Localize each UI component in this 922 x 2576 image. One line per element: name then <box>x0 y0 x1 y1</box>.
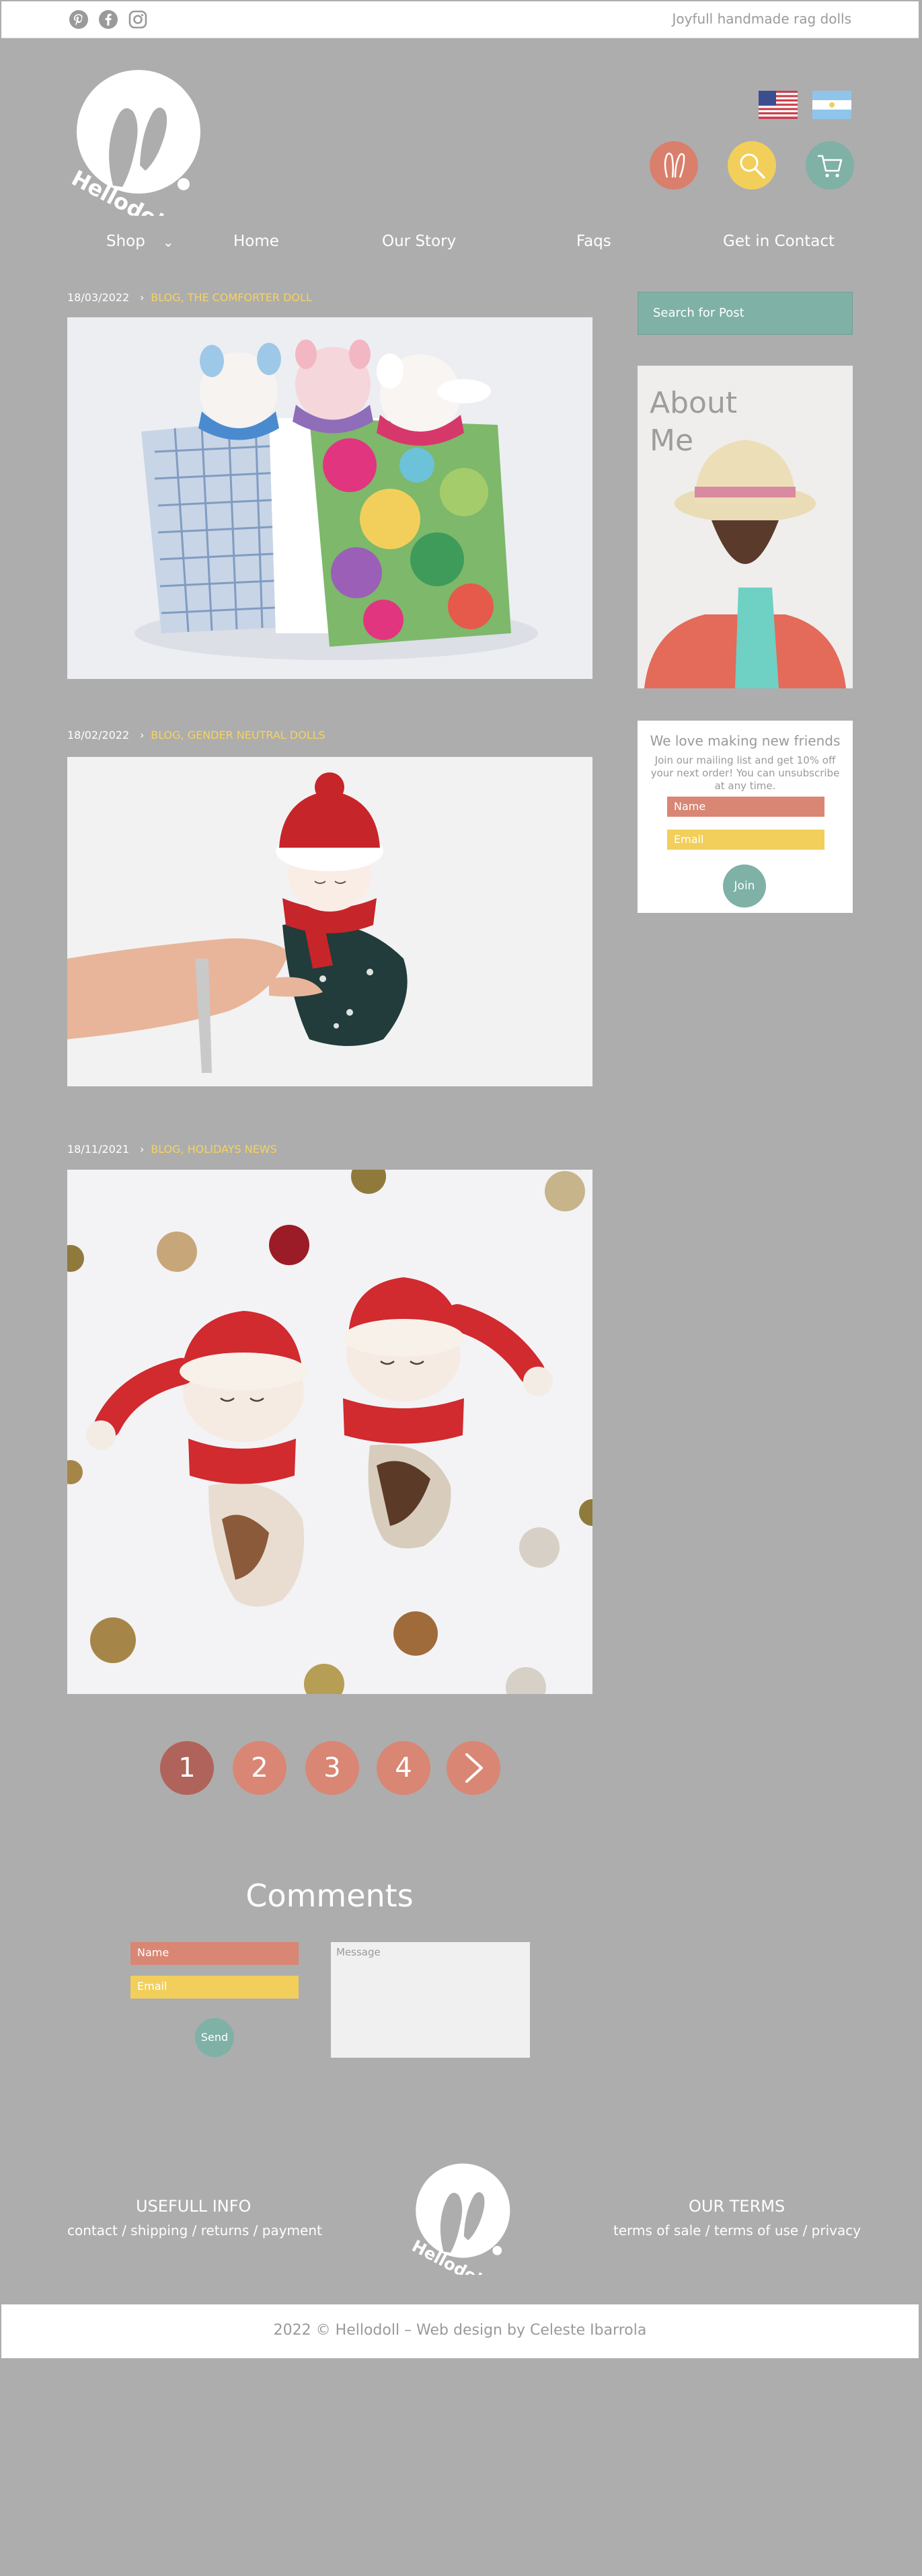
pinterest-icon[interactable] <box>69 9 89 30</box>
hellodoll-logo[interactable]: Hellodoll <box>66 65 207 216</box>
search-button[interactable] <box>728 141 776 190</box>
nav-our-story[interactable]: Our Story <box>382 233 456 250</box>
post-image-gender-neutral-doll[interactable] <box>67 757 592 1086</box>
about-me-card[interactable]: About Me <box>638 366 853 688</box>
chevron-down-icon: ⌄ <box>162 233 174 250</box>
search-posts-input[interactable]: Search for Post <box>638 292 853 335</box>
comment-send-button[interactable]: Send <box>195 2018 234 2057</box>
pagination-page-4[interactable]: 4 <box>377 1741 430 1795</box>
post-category[interactable]: BLOG, GENDER NEUTRAL DOLLS <box>151 729 325 741</box>
post-meta: 18/03/2022 › BLOG, THE COMFORTER DOLL <box>67 291 312 304</box>
facebook-icon[interactable] <box>98 9 118 30</box>
nav-shop[interactable]: Shop ⌄ <box>106 233 174 250</box>
holiday-dolls-illustration <box>67 1170 592 1694</box>
comment-message-field[interactable]: Message <box>331 1942 530 2058</box>
post-date: 18/03/2022 <box>67 291 130 304</box>
post-image-comforter-dolls[interactable] <box>67 317 592 679</box>
post-date: 18/11/2021 <box>67 1143 130 1156</box>
bunny-button[interactable] <box>650 141 698 190</box>
search-posts-placeholder: Search for Post <box>653 306 744 320</box>
argentina-flag[interactable] <box>812 91 851 119</box>
post-date: 18/02/2022 <box>67 729 130 741</box>
comments-title: Comments <box>245 1878 414 1914</box>
comforter-dolls-illustration <box>67 317 592 679</box>
united-states-flag[interactable] <box>759 91 798 119</box>
newsletter-title: We love making new friends <box>650 733 841 749</box>
newsletter-email-field[interactable]: Email <box>667 830 824 850</box>
copyright-bar: 2022 © Hellodoll – Web design by Celeste… <box>1 2304 919 2358</box>
pagination-page-2[interactable]: 2 <box>233 1741 286 1795</box>
footer-usefull-info-title: USEFULL INFO <box>136 2197 252 2216</box>
newsletter-join-button[interactable]: Join <box>723 864 766 908</box>
newsletter-text: Join our mailing list and get 10% off yo… <box>650 754 840 792</box>
site-tagline: Joyfull handmade rag dolls <box>672 11 851 27</box>
post-category[interactable]: BLOG, HOLIDAYS NEWS <box>151 1143 277 1156</box>
nav-get-in-contact[interactable]: Get in Contact <box>723 233 835 250</box>
post-meta: 18/02/2022 › BLOG, GENDER NEUTRAL DOLLS <box>67 729 325 741</box>
footer-usefull-info-links[interactable]: contact / shipping / returns / payment <box>67 2222 322 2239</box>
footer-our-terms-title: OUR TERMS <box>689 2197 785 2216</box>
nav-shop-label: Shop <box>106 233 145 250</box>
post-category[interactable]: BLOG, THE COMFORTER DOLL <box>151 291 312 304</box>
pagination-page-1[interactable]: 1 <box>160 1741 214 1795</box>
instagram-icon[interactable] <box>128 9 148 30</box>
search-icon <box>740 153 765 179</box>
copyright-text: 2022 © Hellodoll – Web design by Celeste… <box>273 2322 647 2339</box>
social-links <box>69 9 148 30</box>
nav-faqs[interactable]: Faqs <box>576 233 611 250</box>
top-bar: Joyfull handmade rag dolls <box>1 1 919 38</box>
nav-home[interactable]: Home <box>233 233 279 250</box>
comment-email-field[interactable]: Email <box>130 1976 299 1999</box>
post-image-holiday-dolls[interactable] <box>67 1170 592 1694</box>
newsletter-name-field[interactable]: Name <box>667 797 824 817</box>
chevron-right-icon: › <box>140 291 145 304</box>
about-me-title: About Me <box>650 386 738 458</box>
cart-icon <box>818 155 843 177</box>
bunny-icon <box>664 153 685 178</box>
comment-name-field[interactable]: Name <box>130 1942 299 1965</box>
chevron-right-icon: › <box>140 1143 145 1156</box>
pagination-next-button[interactable] <box>447 1741 500 1795</box>
pagination-page-3[interactable]: 3 <box>305 1741 359 1795</box>
footer-hellodoll-logo[interactable]: Hellodoll <box>408 2159 515 2275</box>
gender-neutral-doll-illustration <box>67 757 592 1086</box>
newsletter-form: We love making new friends Join our mail… <box>638 721 853 913</box>
chevron-right-icon <box>465 1753 483 1783</box>
footer-our-terms-links[interactable]: terms of sale / terms of use / privacy <box>613 2222 861 2239</box>
chevron-right-icon: › <box>140 729 145 741</box>
cart-button[interactable] <box>806 141 854 190</box>
page: Joyfull handmade rag dolls Hellodoll Sho… <box>0 0 920 2576</box>
post-meta: 18/11/2021 › BLOG, HOLIDAYS NEWS <box>67 1143 277 1156</box>
